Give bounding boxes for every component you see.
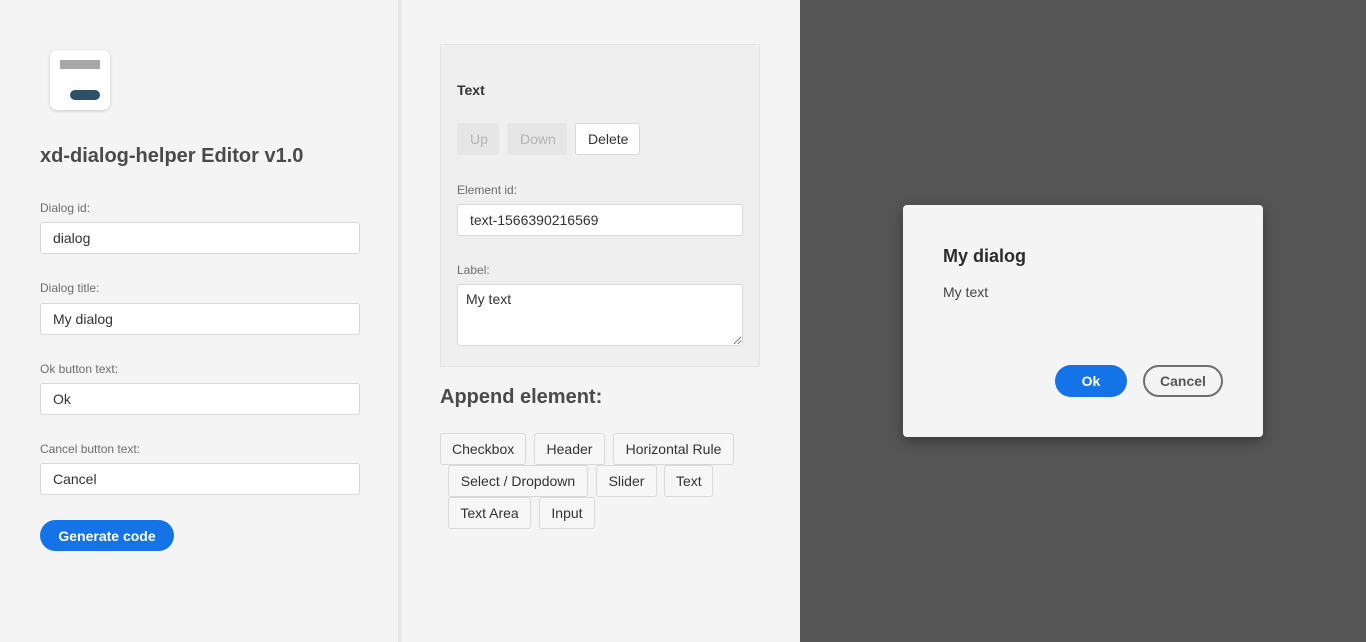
delete-element-button[interactable]: Delete — [575, 123, 640, 155]
append-text-button[interactable]: Text — [664, 465, 713, 497]
dialog-preview-area: My dialog My text Ok Cancel — [800, 0, 1366, 642]
element-type-title: Text — [457, 82, 485, 98]
element-id-input[interactable] — [457, 204, 743, 236]
preview-dialog: My dialog My text Ok Cancel — [903, 205, 1263, 437]
preview-cancel-button[interactable]: Cancel — [1143, 365, 1223, 397]
dialog-settings-panel: xd-dialog-helper Editor v1.0 Dialog id: … — [0, 0, 398, 642]
append-element-title: Append element: — [440, 386, 603, 408]
dialog-title-input[interactable] — [40, 303, 360, 335]
logo-button-shape — [70, 90, 100, 100]
selected-element-card: Text Up Down Delete Element id: Label: M… — [440, 44, 760, 367]
move-down-button[interactable]: Down — [507, 123, 567, 155]
app-title: xd-dialog-helper Editor v1.0 — [40, 145, 304, 167]
element-label-textarea[interactable]: My text — [457, 284, 743, 346]
logo-title-bar — [60, 60, 100, 69]
dialog-title-label: Dialog title: — [40, 281, 100, 295]
append-input-button[interactable]: Input — [539, 497, 595, 529]
append-slider-button[interactable]: Slider — [596, 465, 657, 497]
element-id-label: Element id: — [457, 183, 518, 197]
append-checkbox-button[interactable]: Checkbox — [440, 433, 526, 465]
cancel-text-input[interactable] — [40, 463, 360, 495]
dialog-id-label: Dialog id: — [40, 201, 91, 215]
append-horizontal-rule-button[interactable]: Horizontal Rule — [613, 433, 734, 465]
app-logo-icon — [50, 50, 110, 110]
preview-ok-button[interactable]: Ok — [1055, 365, 1127, 397]
cancel-text-label: Cancel button text: — [40, 442, 141, 456]
generate-code-button[interactable]: Generate code — [40, 520, 174, 551]
element-editor-panel: Text Up Down Delete Element id: Label: M… — [402, 0, 800, 642]
move-up-button[interactable]: Up — [457, 123, 499, 155]
dialog-id-input[interactable] — [40, 222, 360, 254]
ok-text-input[interactable] — [40, 383, 360, 415]
append-select-dropdown-button[interactable]: Select / Dropdown — [448, 465, 588, 497]
preview-dialog-text: My text — [943, 284, 989, 300]
element-label-label: Label: — [457, 263, 490, 277]
append-text-area-button[interactable]: Text Area — [448, 497, 531, 529]
ok-text-label: Ok button text: — [40, 362, 119, 376]
append-header-button[interactable]: Header — [534, 433, 605, 465]
preview-dialog-title: My dialog — [943, 246, 1027, 266]
